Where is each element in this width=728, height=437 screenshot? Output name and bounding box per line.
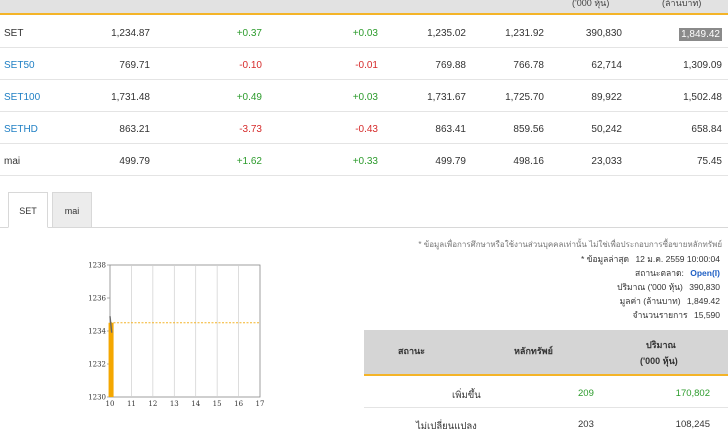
chart-x-tick-label: 16: [234, 400, 243, 408]
tab-set[interactable]: SET: [8, 192, 48, 228]
index-last: 499.79: [119, 156, 150, 167]
breadth-header-volume: ปริมาณ: [646, 340, 676, 350]
market-tabs: SET mai: [0, 192, 728, 228]
tab-mai[interactable]: mai: [52, 192, 92, 228]
index-row-sethd: SETHD 863.21 -3.73 -0.43 863.41 859.56 5…: [0, 113, 728, 144]
index-name-link[interactable]: SET50: [4, 60, 35, 71]
breadth-header-status: สถานะ: [398, 346, 425, 356]
chart-y-tick-label: 1232: [88, 361, 106, 369]
index-change: -3.73: [239, 124, 262, 135]
index-low: 766.78: [513, 60, 544, 71]
volume-label: ปริมาณ ('000 หุ้น): [617, 282, 683, 292]
breadth-volume: 170,802: [675, 388, 710, 399]
disclaimer-text: * ข้อมูลเพื่อการศึกษาหรือใช้งานส่วนบุคคล…: [418, 240, 722, 249]
index-name-link[interactable]: SETHD: [4, 124, 38, 135]
chart-x-tick-label: 17: [256, 400, 265, 408]
breadth-row-advance: เพิ่มขึ้น 209 170,802: [364, 378, 728, 408]
index-name-link[interactable]: SET100: [4, 92, 40, 103]
chart-frame: [109, 264, 261, 398]
index-last: 1,234.87: [111, 28, 150, 39]
chart-volume-bar: [108, 322, 114, 397]
index-volume: 62,714: [591, 60, 622, 71]
chart-x-tick-label: 11: [127, 400, 136, 408]
index-change: +1.62: [236, 156, 262, 167]
chart-x-tick-label: 15: [213, 400, 222, 408]
chart-x-tick-label: 12: [148, 400, 157, 408]
index-low: 498.16: [513, 156, 544, 167]
chart-y-tick-label: 1234: [88, 328, 106, 336]
index-high: 1,235.02: [427, 28, 466, 39]
index-high: 1,731.67: [427, 92, 466, 103]
intraday-chart: 1230 1232 1234 1236 1238 10 11 12 13 14 15 16 17: [80, 255, 270, 415]
index-value: 1,309.09: [683, 60, 722, 71]
index-high: 769.88: [435, 60, 466, 71]
index-last: 769.71: [119, 60, 150, 71]
breadth-status: เพิ่มขึ้น: [452, 390, 481, 401]
index-percent-change: -0.43: [355, 124, 378, 135]
index-row-mai: mai 499.79 +1.62 +0.33 499.79 498.16 23,…: [0, 145, 728, 176]
updated-value: 12 ม.ค. 2559 10:00:04: [635, 254, 720, 264]
deals-value: 15,590: [694, 310, 720, 320]
chart-y-tick-label: 1230: [88, 394, 106, 402]
index-volume: 89,922: [591, 92, 622, 103]
index-name[interactable]: SET: [4, 28, 23, 39]
market-status-line: สถานะตลาด: Open(I): [635, 266, 720, 280]
index-percent-change: +0.03: [352, 92, 378, 103]
index-name[interactable]: mai: [4, 156, 20, 167]
value-value: 1,849.42: [686, 296, 720, 306]
value-label: มูลค่า (ล้านบาท): [619, 296, 681, 306]
index-row-set50: SET50 769.71 -0.10 -0.01 769.88 766.78 6…: [0, 49, 728, 80]
deals-line: จำนวนรายการ 15,590: [633, 308, 720, 322]
breadth-securities: 209: [578, 388, 594, 399]
volume-line: ปริมาณ ('000 หุ้น) 390,830: [617, 280, 720, 294]
index-high: 499.79: [435, 156, 466, 167]
intraday-chart-svg: 1230 1232 1234 1236 1238 10 11 12 13 14 15 16 17: [88, 262, 265, 409]
chart-x-tick-label: 14: [191, 400, 200, 408]
breadth-header-volume-unit: ('000 หุ้น): [640, 356, 678, 366]
index-change: +0.49: [236, 92, 262, 103]
value-line: มูลค่า (ล้านบาท) 1,849.42: [620, 294, 720, 308]
index-value: 1,849.42: [679, 28, 722, 41]
breadth-table-header: สถานะ หลักทรัพย์ ปริมาณ ('000 หุ้น): [364, 330, 728, 376]
index-change: -0.10: [239, 60, 262, 71]
header-value-unit: (ล้านบาท): [662, 0, 702, 8]
index-row-set: SET 1,234.87 +0.37 +0.03 1,235.02 1,231.…: [0, 17, 728, 48]
breadth-securities: 203: [578, 419, 594, 430]
breadth-status: ไม่เปลี่ยนแปลง: [416, 421, 477, 432]
index-high: 863.41: [435, 124, 466, 135]
index-volume: 50,242: [591, 124, 622, 135]
volume-value: 390,830: [689, 282, 720, 292]
index-percent-change: -0.01: [355, 60, 378, 71]
updated-label: * ข้อมูลล่าสุด: [580, 254, 630, 264]
index-table-header: ('000 หุ้น) (ล้านบาท): [0, 0, 728, 15]
index-volume: 23,033: [591, 156, 622, 167]
breadth-header-securities: หลักทรัพย์: [514, 346, 553, 356]
index-volume: 390,830: [585, 28, 622, 39]
market-status-value: Open(I): [690, 268, 720, 278]
index-last: 1,731.48: [111, 92, 150, 103]
index-value: 658.84: [691, 124, 722, 135]
index-low: 1,725.70: [505, 92, 544, 103]
index-value: 1,502.48: [683, 92, 722, 103]
breadth-row-unchanged: ไม่เปลี่ยนแปลง 203 108,245: [364, 409, 728, 437]
index-percent-change: +0.33: [352, 156, 378, 167]
header-volume-unit: ('000 หุ้น): [572, 0, 610, 8]
index-low: 859.56: [513, 124, 544, 135]
index-row-set100: SET100 1,731.48 +0.49 +0.03 1,731.67 1,7…: [0, 81, 728, 112]
breadth-volume: 108,245: [675, 419, 710, 430]
chart-x-tick-label: 13: [170, 400, 179, 408]
index-change: +0.37: [236, 28, 262, 39]
market-status-label: สถานะตลาด:: [635, 268, 684, 278]
index-value: 75.45: [696, 156, 722, 167]
deals-label: จำนวนรายการ: [632, 310, 688, 320]
index-last: 863.21: [119, 124, 150, 135]
index-low: 1,231.92: [505, 28, 544, 39]
index-percent-change: +0.03: [352, 28, 378, 39]
chart-y-tick-label: 1236: [88, 295, 106, 303]
chart-y-tick-label: 1238: [88, 262, 106, 270]
updated-line: * ข้อมูลล่าสุด 12 ม.ค. 2559 10:00:04: [581, 252, 720, 266]
chart-x-tick-label: 10: [106, 400, 115, 408]
